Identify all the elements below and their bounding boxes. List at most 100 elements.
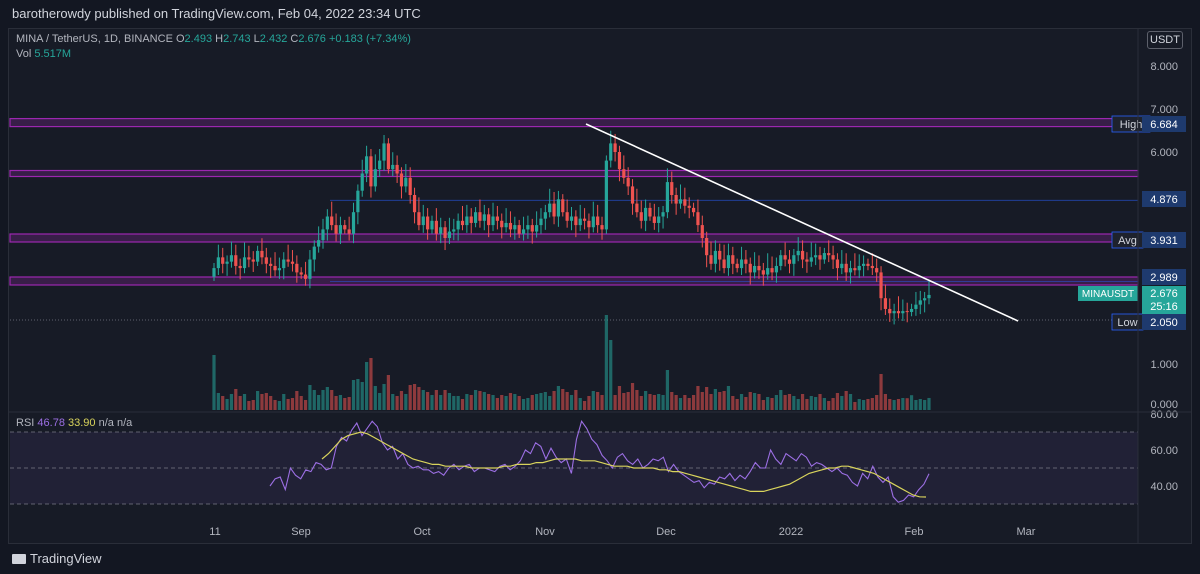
- volume-bar: [888, 399, 892, 410]
- volume-bar: [469, 395, 473, 410]
- candle-body: [883, 298, 888, 309]
- volume-bar: [792, 396, 796, 410]
- candle-body: [875, 268, 879, 273]
- candle-body: [870, 265, 874, 269]
- candle-body: [731, 255, 735, 264]
- volume-bar: [879, 374, 883, 410]
- volume-bar: [927, 397, 931, 410]
- low-value: 2.432: [259, 33, 288, 45]
- volume-bar: [835, 393, 840, 410]
- volume-bar: [665, 370, 670, 410]
- candle-body: [644, 207, 648, 221]
- volume-bar: [395, 396, 399, 410]
- candle-body: [613, 143, 617, 152]
- rsi-na-1: n/a: [98, 417, 114, 429]
- candle-body: [356, 190, 360, 213]
- volume-bar: [609, 340, 613, 410]
- candle-body: [630, 186, 635, 204]
- candle-body: [238, 265, 242, 269]
- volume-bar: [892, 400, 896, 410]
- candle-body: [609, 143, 613, 161]
- volume-bar: [779, 390, 783, 410]
- volume-bar: [766, 397, 770, 410]
- candle-body: [556, 199, 561, 217]
- volume-bar: [269, 396, 273, 410]
- volume-bar: [574, 390, 578, 410]
- volume-bar: [487, 394, 491, 410]
- candle-body: [652, 216, 656, 223]
- volume-bar: [408, 385, 412, 410]
- candle-body: [303, 274, 308, 279]
- volume-bar: [814, 397, 818, 410]
- volume-bar: [382, 384, 386, 410]
- level-value-label: 2.989: [1150, 272, 1178, 284]
- volume-bar: [635, 390, 639, 410]
- tradingview-brand[interactable]: TradingView: [12, 551, 102, 566]
- rsi-na-2: n/a: [116, 417, 133, 429]
- volume-bar: [343, 398, 347, 410]
- volume-bar: [735, 399, 739, 410]
- volume-bar: [439, 395, 443, 410]
- candle-body: [678, 199, 683, 204]
- price-zone: [9, 169, 1139, 178]
- volume-bar: [216, 393, 220, 410]
- candle-body: [508, 222, 513, 230]
- volume-bar: [404, 394, 408, 410]
- candle-body: [626, 177, 630, 187]
- volume-bar: [504, 396, 508, 410]
- candle-body: [225, 261, 229, 264]
- volume-bar: [273, 400, 277, 410]
- candle-body: [338, 225, 343, 234]
- candle-body: [221, 257, 225, 264]
- volume-bar: [548, 396, 552, 410]
- candle-body: [404, 177, 408, 187]
- volume-bar: [569, 395, 574, 410]
- candle-body: [600, 225, 604, 230]
- footer: [0, 544, 1200, 574]
- candle-body: [282, 259, 286, 269]
- volume-bar: [434, 390, 438, 410]
- volume-bar: [905, 398, 909, 410]
- volume-bar: [622, 393, 626, 410]
- rsi-tick-label: 60.00: [1150, 445, 1178, 457]
- level-name-label: High: [1120, 119, 1143, 131]
- candle-body: [273, 265, 277, 271]
- volume-bar: [251, 400, 255, 410]
- candle-body: [779, 255, 783, 266]
- chart-canvas[interactable]: 80.0060.0040.00 8.0007.0006.0005.0004.00…: [0, 0, 1200, 574]
- volume-bar: [787, 394, 792, 410]
- candle-body: [848, 268, 853, 273]
- candle-body: [469, 216, 473, 223]
- brand-text: TradingView: [30, 551, 102, 566]
- volume-bar: [282, 394, 286, 410]
- volume-bar: [565, 392, 569, 410]
- candle-body: [561, 199, 565, 213]
- volume-bar: [739, 394, 744, 410]
- volume-bar: [351, 380, 356, 410]
- candle-body: [809, 257, 813, 262]
- volume-bar: [718, 392, 722, 410]
- volume-bar: [596, 392, 600, 410]
- candle-body: [578, 218, 582, 226]
- candle-body: [853, 268, 857, 271]
- volume-bar: [731, 396, 735, 410]
- volume-bar: [844, 391, 848, 410]
- candle-body: [700, 225, 704, 238]
- candle-body: [334, 225, 338, 234]
- volume-bar: [556, 386, 561, 410]
- candle-body: [770, 268, 774, 273]
- volume-bar: [539, 393, 543, 410]
- candle-body: [312, 246, 316, 260]
- volume-bar: [870, 398, 874, 410]
- candle-body: [295, 263, 299, 273]
- candle-body: [513, 225, 517, 230]
- candle-body: [552, 203, 556, 217]
- candle-body: [735, 263, 739, 269]
- volume-bar: [521, 399, 526, 410]
- vol-label: Vol: [16, 48, 32, 60]
- volume-bar: [818, 394, 822, 410]
- volume-bar: [661, 395, 665, 410]
- candle-body: [478, 212, 482, 221]
- open-label: O: [175, 33, 185, 45]
- currency-button[interactable]: USDT: [1147, 31, 1183, 49]
